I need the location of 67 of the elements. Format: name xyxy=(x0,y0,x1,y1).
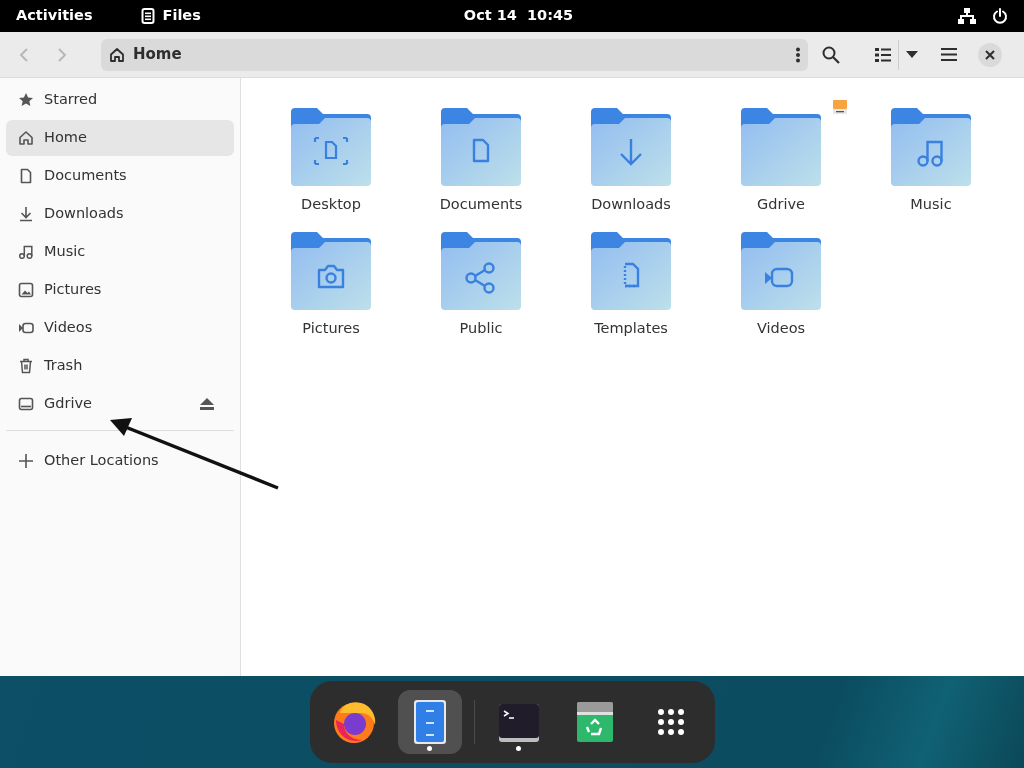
sidebar-item[interactable]: Videos xyxy=(6,310,234,346)
folder-label: Templates xyxy=(594,318,668,338)
close-icon xyxy=(985,49,995,60)
folder-label: Videos xyxy=(756,318,806,338)
network-icon[interactable] xyxy=(958,8,976,24)
folder-item[interactable]: Desktop xyxy=(281,106,381,216)
sidebar-item[interactable]: Music xyxy=(6,234,234,270)
video-camera-icon xyxy=(18,320,34,336)
sidebar-item[interactable]: Trash xyxy=(6,348,234,384)
folder-item[interactable]: Videos xyxy=(731,229,831,340)
app-menu-label[interactable]: Files xyxy=(162,5,201,27)
location-bar[interactable]: Home xyxy=(101,38,808,71)
star-icon xyxy=(18,92,34,108)
folder-icon xyxy=(591,229,671,310)
caret-icon xyxy=(905,51,918,58)
folder-label: Documents xyxy=(439,195,523,214)
sidebar-item[interactable]: Pictures xyxy=(6,272,234,308)
cabinet-icon[interactable] xyxy=(140,8,155,24)
download-icon xyxy=(18,206,34,222)
folder-icon xyxy=(291,229,371,310)
folder-item[interactable]: Downloads xyxy=(581,106,681,216)
trash-icon xyxy=(18,358,34,374)
folder-icon xyxy=(891,106,971,186)
folder-label: Music xyxy=(910,195,952,214)
folder-item[interactable]: Templates xyxy=(581,229,681,340)
sidebar-item[interactable]: Documents xyxy=(6,158,234,194)
sidebar-item[interactable]: Starred xyxy=(6,82,234,118)
folder-icon xyxy=(291,106,371,186)
forward-icon xyxy=(57,46,67,63)
folder-label: Public xyxy=(459,318,503,338)
activities-button[interactable]: Activities xyxy=(16,5,93,27)
sidebar-item[interactable]: Other Locations xyxy=(6,443,234,479)
power-icon[interactable] xyxy=(992,8,1008,24)
back-icon xyxy=(19,46,29,63)
folder-icon xyxy=(741,229,821,310)
more-icon[interactable] xyxy=(796,47,800,63)
folder-label: Desktop xyxy=(301,195,361,214)
sidebar-item[interactable]: Downloads xyxy=(6,196,234,232)
music-icon xyxy=(18,244,34,260)
folder-icon xyxy=(441,229,521,310)
home-icon xyxy=(18,130,34,146)
menu-icon xyxy=(941,48,957,61)
dock-item[interactable] xyxy=(397,690,462,754)
sidebar-item[interactable]: Home xyxy=(6,120,234,156)
folder-label: Downloads xyxy=(591,195,671,214)
list-icon xyxy=(875,47,891,62)
document-icon xyxy=(18,168,34,184)
folder-icon xyxy=(741,106,821,186)
drive-icon xyxy=(18,396,34,412)
folder-item[interactable]: Pictures xyxy=(281,229,381,340)
sidebar-item[interactable]: Gdrive xyxy=(6,386,234,422)
plus-icon xyxy=(18,453,34,469)
folder-label: Pictures xyxy=(302,318,360,338)
folder-icon xyxy=(591,106,671,186)
location-text: Home xyxy=(133,44,182,66)
folder-icon xyxy=(441,106,521,186)
eject-icon[interactable] xyxy=(200,398,214,410)
picture-icon xyxy=(18,282,34,298)
search-icon xyxy=(822,45,840,64)
folder-item[interactable]: Music xyxy=(881,106,981,216)
clock[interactable]: Oct 14 10:45 xyxy=(463,5,574,27)
folder-label: Gdrive xyxy=(757,195,805,214)
close-button[interactable] xyxy=(978,42,1002,67)
folder-item[interactable]: Documents xyxy=(431,106,531,216)
folder-item[interactable]: Public xyxy=(431,229,531,340)
folder-item[interactable]: Gdrive xyxy=(731,106,831,216)
home-icon xyxy=(109,46,125,63)
